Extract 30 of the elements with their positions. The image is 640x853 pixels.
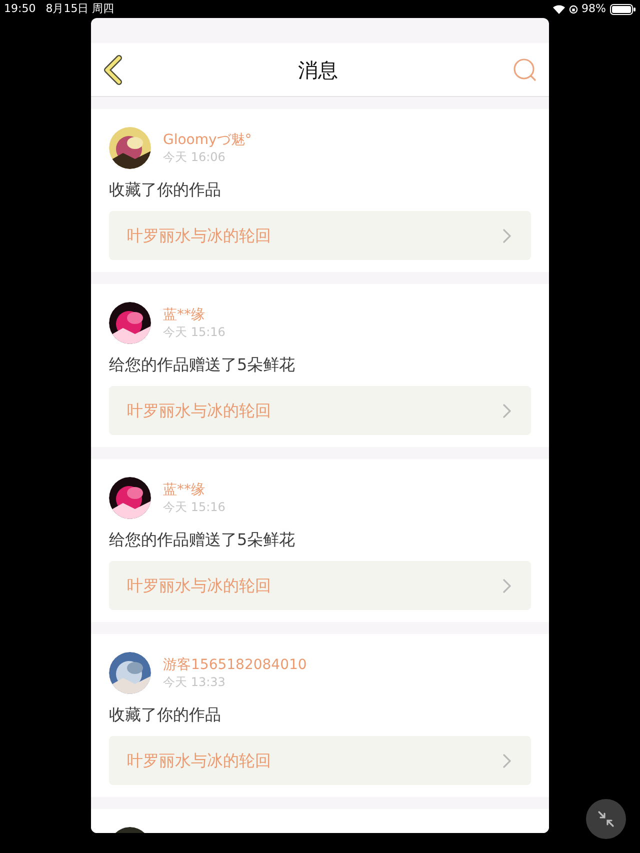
wifi-icon	[552, 4, 565, 14]
status-time: 19:50	[4, 0, 36, 17]
message-text: 收藏了你的作品	[109, 705, 222, 725]
user-name[interactable]: 游客1565182084010	[163, 656, 307, 674]
work-link[interactable]: 叶罗丽水与冰的轮回	[109, 386, 531, 435]
user-name[interactable]: 蓝**缘	[163, 481, 226, 499]
work-link[interactable]: 叶罗丽水与冰的轮回	[109, 211, 531, 260]
back-icon[interactable]	[103, 54, 123, 84]
work-link[interactable]: 叶罗丽水与冰的轮回	[109, 561, 531, 610]
chevron-right-icon	[503, 578, 511, 592]
message-time: 今天 15:16	[163, 499, 226, 515]
user-name[interactable]: Gloomyづ魅°	[163, 131, 252, 149]
collapse-icon	[597, 810, 615, 828]
page-title: 消息	[298, 56, 338, 84]
chevron-right-icon	[503, 228, 511, 242]
battery-percent: 98%	[582, 0, 606, 17]
rotation-lock-icon	[568, 4, 578, 14]
chevron-right-icon	[503, 404, 511, 418]
battery-icon	[610, 4, 636, 14]
message-text: 给您的作品赠送了5朵鲜花	[109, 530, 296, 550]
message-time: 今天 15:16	[163, 324, 226, 340]
work-link[interactable]: 叶罗丽水与冰的轮回	[109, 736, 531, 785]
message-time: 今天 16:06	[163, 149, 226, 165]
chevron-right-icon	[503, 754, 511, 768]
collapse-button[interactable]	[586, 799, 626, 839]
message-time: 今天 13:33	[163, 674, 226, 690]
user-name[interactable]: 蓝**缘	[163, 306, 226, 324]
message-text: 给您的作品赠送了5朵鲜花	[109, 355, 296, 375]
message-text: 收藏了你的作品	[109, 180, 222, 200]
status-date: 8月15日 周四	[46, 0, 114, 17]
